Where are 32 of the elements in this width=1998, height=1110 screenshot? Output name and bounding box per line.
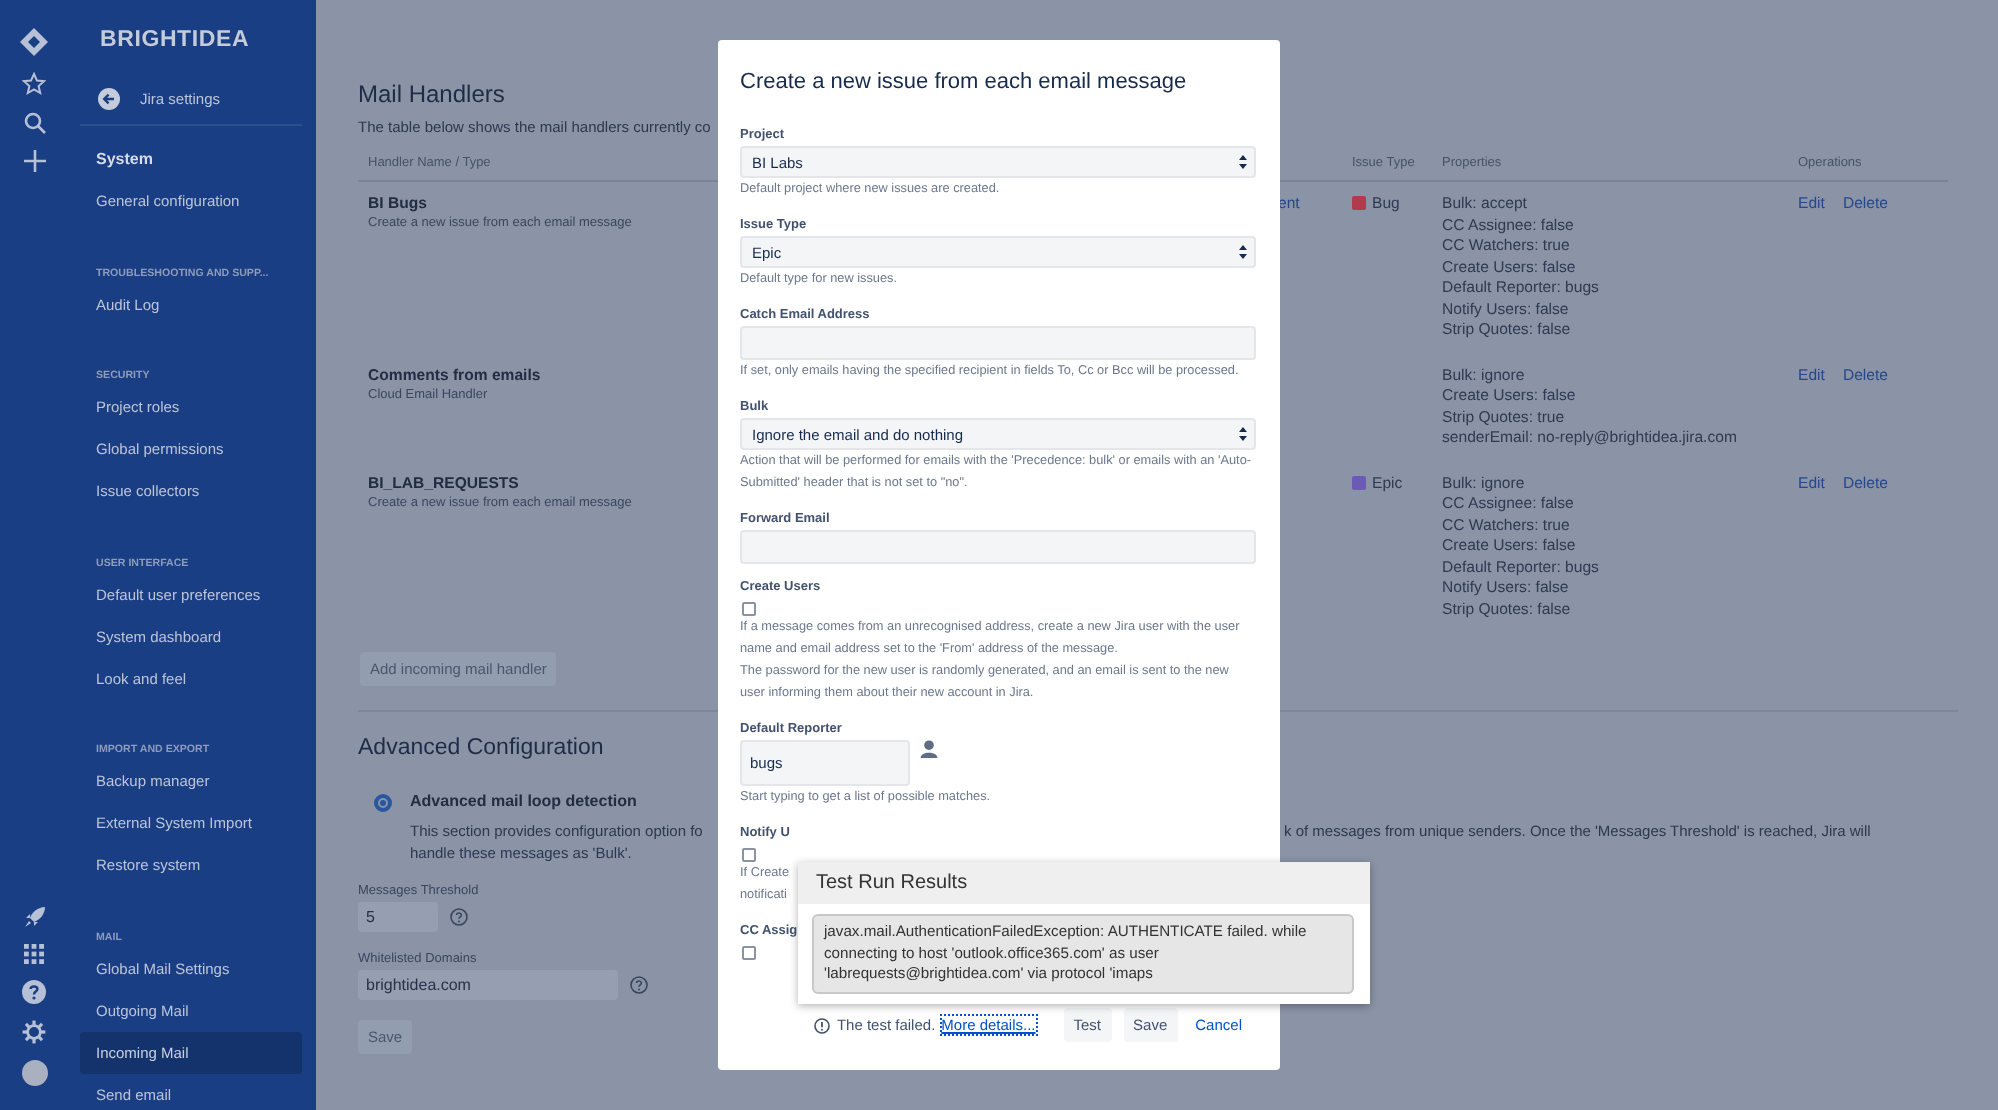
brand-logo: BRIGHTIDEA — [100, 28, 250, 52]
input-field[interactable] — [740, 326, 1256, 360]
app-grid-icon[interactable] — [24, 944, 44, 964]
dropdown-arrows-icon — [1238, 426, 1248, 442]
help-icon[interactable] — [22, 980, 46, 1004]
help-icon[interactable] — [450, 908, 468, 926]
plus-icon[interactable] — [23, 150, 45, 172]
rocket-icon[interactable] — [23, 906, 45, 928]
back-arrow-icon[interactable] — [98, 87, 120, 109]
diamond-logo-icon[interactable] — [20, 28, 48, 56]
input-field[interactable]: 5 — [358, 902, 438, 932]
star-icon[interactable] — [22, 72, 46, 96]
dialog-title: Create a new issue from each email message — [740, 68, 1189, 96]
section-heading: Advanced Configuration — [358, 734, 604, 764]
user-picker-icon[interactable] — [920, 739, 938, 757]
option-label: Advanced mail loop detection — [410, 792, 637, 810]
help-icon[interactable] — [630, 976, 648, 994]
input-field[interactable]: brightidea.com — [358, 970, 618, 1000]
input-field[interactable] — [740, 529, 1256, 563]
checkbox[interactable] — [742, 946, 756, 960]
radio-button[interactable] — [374, 794, 392, 812]
settings-icon[interactable] — [22, 1020, 46, 1044]
info-icon — [814, 1017, 831, 1033]
search-icon[interactable] — [23, 112, 45, 134]
page-heading: Mail Handlers — [358, 78, 505, 112]
dropdown-arrows-icon — [1238, 244, 1248, 260]
sidebar-category: System — [94, 148, 155, 172]
checkbox[interactable] — [742, 847, 756, 861]
dropdown-arrows-icon — [1238, 154, 1248, 170]
checkbox[interactable] — [742, 602, 756, 616]
popup-title: Test Run Results — [798, 862, 1370, 904]
avatar-icon[interactable] — [21, 1060, 47, 1086]
